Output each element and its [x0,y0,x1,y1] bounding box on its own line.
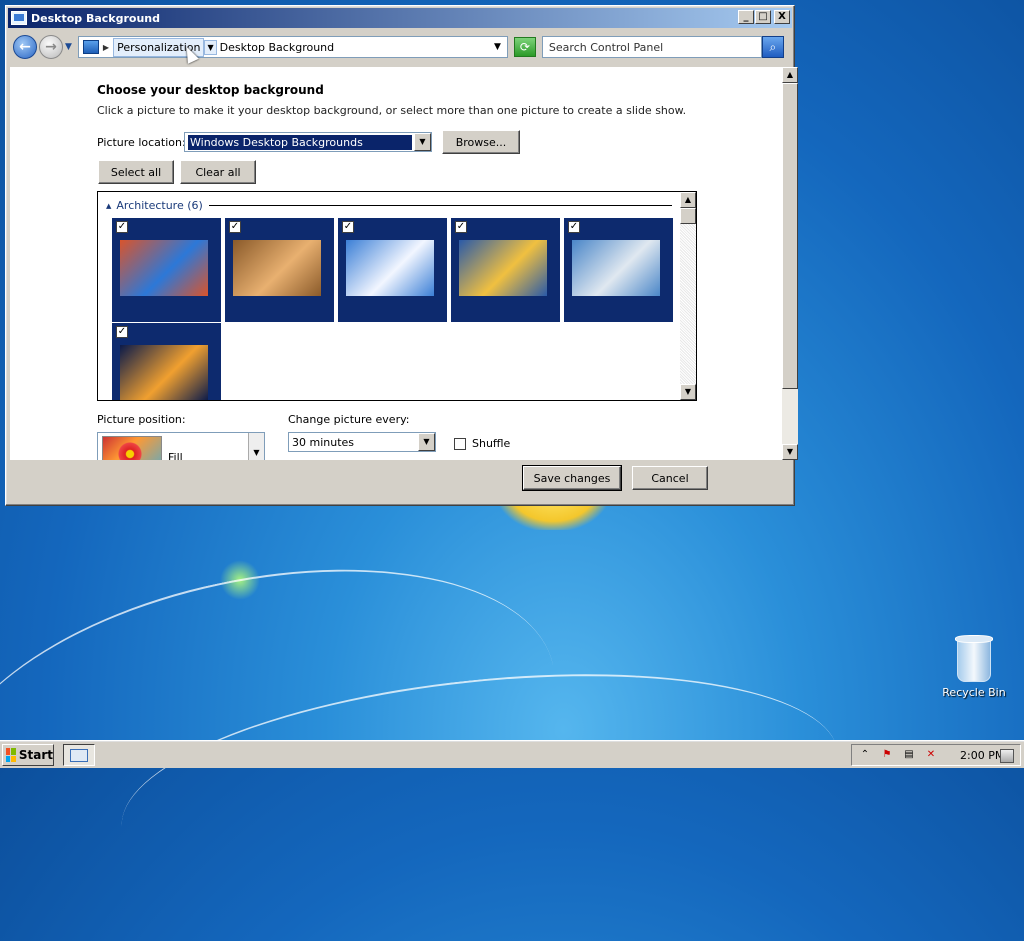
refresh-icon: ⟳ [519,40,530,54]
scroll-up-button[interactable]: ▲ [782,67,798,83]
back-button[interactable]: ← [13,35,37,59]
minimize-button[interactable]: _ [738,10,754,24]
picture-thumbnail [459,240,547,296]
picture-tile[interactable]: ✓ [112,218,221,322]
arrow-left-icon: ← [19,39,31,55]
clear-all-button[interactable]: Clear all [180,160,256,184]
page-description: Click a picture to make it your desktop … [97,104,687,117]
close-button[interactable]: X [774,10,790,24]
search-placeholder: Search Control Panel [548,40,664,54]
picture-tile[interactable]: ✓ [112,323,221,400]
save-changes-button[interactable]: Save changes [522,465,622,491]
content-scrollbar[interactable]: ▲ ▼ [782,67,798,460]
scroll-thumb[interactable] [782,83,798,389]
window-title: Desktop Background [31,11,161,25]
picture-tile[interactable]: ✓ [338,218,447,322]
picture-position-label: Picture position: [97,413,186,426]
checkbox-checked-icon[interactable]: ✓ [342,221,354,233]
arrow-right-icon: → [45,39,57,55]
chevron-down-icon[interactable]: ▼ [414,133,431,151]
breadcrumb-desktop-background[interactable]: Desktop Background [217,39,338,56]
recent-pages-dropdown[interactable]: ▼ [65,42,72,52]
chevron-down-icon[interactable]: ▼ [248,433,264,460]
address-row: ← → ▼ ▶ Personalization ▼ Desktop Backgr… [8,30,792,64]
checkbox-checked-icon[interactable]: ✓ [116,221,128,233]
change-picture-label: Change picture every: [288,413,410,426]
search-input[interactable]: Search Control Panel [541,36,762,58]
picture-location-select[interactable]: Windows Desktop Backgrounds ▼ [184,132,432,152]
recycle-bin-label: Recycle Bin [942,686,1006,699]
shuffle-checkbox[interactable]: Shuffle [454,437,510,450]
show-desktop-button[interactable] [1000,749,1014,763]
refresh-button[interactable]: ⟳ [513,37,536,57]
change-interval-value: 30 minutes [292,435,355,449]
action-center-flag-icon[interactable]: ⚑ [880,748,894,762]
breadcrumb-dropdown-icon[interactable]: ▼ [204,39,217,55]
desktop-background-window: Desktop Background _ □ X ← → ▼ ▶ Persona… [5,5,798,506]
picture-tile[interactable]: ✓ [564,218,673,322]
select-all-button[interactable]: Select all [98,160,174,184]
address-dropdown-icon[interactable]: ▼ [494,42,501,52]
collapse-triangle-icon[interactable]: ▲ [106,202,111,210]
picture-position-select[interactable]: Fill ▼ [97,432,265,460]
checkbox-checked-icon[interactable]: ✓ [568,221,580,233]
network-icon[interactable]: ▤ [902,748,916,762]
content-area: Choose your desktop background Click a p… [10,67,782,460]
group-title: Architecture (6) [116,199,203,212]
control-panel-icon [82,40,99,54]
gallery-scroll-down[interactable]: ▼ [680,384,696,400]
gallery-scrollbar[interactable]: ▲ ▼ [680,192,696,400]
picture-gallery: ▲ Architecture (6) ✓ ✓ ✓ ✓ ✓ ✓ ▲ ▼ [97,191,697,401]
checkbox-unchecked-icon[interactable] [454,437,466,450]
start-button[interactable]: Start [2,744,54,766]
gallery-scroll-thumb[interactable] [680,208,696,224]
picture-tile[interactable]: ✓ [451,218,560,322]
picture-position-value: Fill [168,451,183,460]
scroll-down-button[interactable]: ▼ [782,444,798,460]
group-divider [208,205,672,206]
change-interval-select[interactable]: 30 minutes ▼ [288,432,436,452]
search-button[interactable]: ⌕ [761,36,784,58]
picture-location-value: Windows Desktop Backgrounds [188,134,412,150]
start-label: Start [18,748,53,762]
window-icon [11,11,27,25]
picture-thumbnail [120,345,208,400]
breadcrumb-separator-icon[interactable]: ▶ [103,43,109,52]
position-preview-thumbnail [102,436,162,460]
window-thumbnail-icon [70,748,88,762]
checkbox-checked-icon[interactable]: ✓ [455,221,467,233]
picture-thumbnail [572,240,660,296]
title-bar[interactable]: Desktop Background _ □ X [8,8,792,28]
address-bar[interactable]: ▶ Personalization ▼ Desktop Background ▼ [77,36,508,58]
browse-button[interactable]: Browse... [442,130,520,154]
picture-location-label: Picture location: [97,136,186,149]
system-tray: ⌃ ⚑ ▤ ✕ 2:00 PM [851,744,1021,766]
cancel-button[interactable]: Cancel [632,466,708,490]
windows-logo-icon [6,748,16,762]
gallery-scroll-up[interactable]: ▲ [680,192,696,208]
shuffle-label: Shuffle [472,437,511,450]
taskbar: Start ⌃ ⚑ ▤ ✕ 2:00 PM [0,740,1024,768]
checkbox-checked-icon[interactable]: ✓ [229,221,241,233]
show-hidden-icons-icon[interactable]: ⌃ [858,748,872,762]
chevron-down-icon[interactable]: ▼ [418,433,435,451]
picture-tile[interactable]: ✓ [225,218,334,322]
search-icon: ⌕ [769,39,777,54]
picture-thumbnail [120,240,208,296]
picture-thumbnail [233,240,321,296]
recycle-bin-icon [955,635,993,682]
taskbar-item-desktop-background[interactable] [63,744,95,766]
picture-thumbnail [346,240,434,296]
checkbox-checked-icon[interactable]: ✓ [116,326,128,338]
volume-muted-icon[interactable]: ✕ [924,748,938,762]
recycle-bin-shortcut[interactable]: Recycle Bin [942,635,1006,699]
page-title: Choose your desktop background [97,83,324,97]
flower-preview-icon [117,441,143,460]
group-header-architecture[interactable]: ▲ Architecture (6) [106,199,672,212]
maximize-button[interactable]: □ [755,10,771,24]
forward-button[interactable]: → [39,35,63,59]
clock[interactable]: 2:00 PM [960,749,1004,762]
